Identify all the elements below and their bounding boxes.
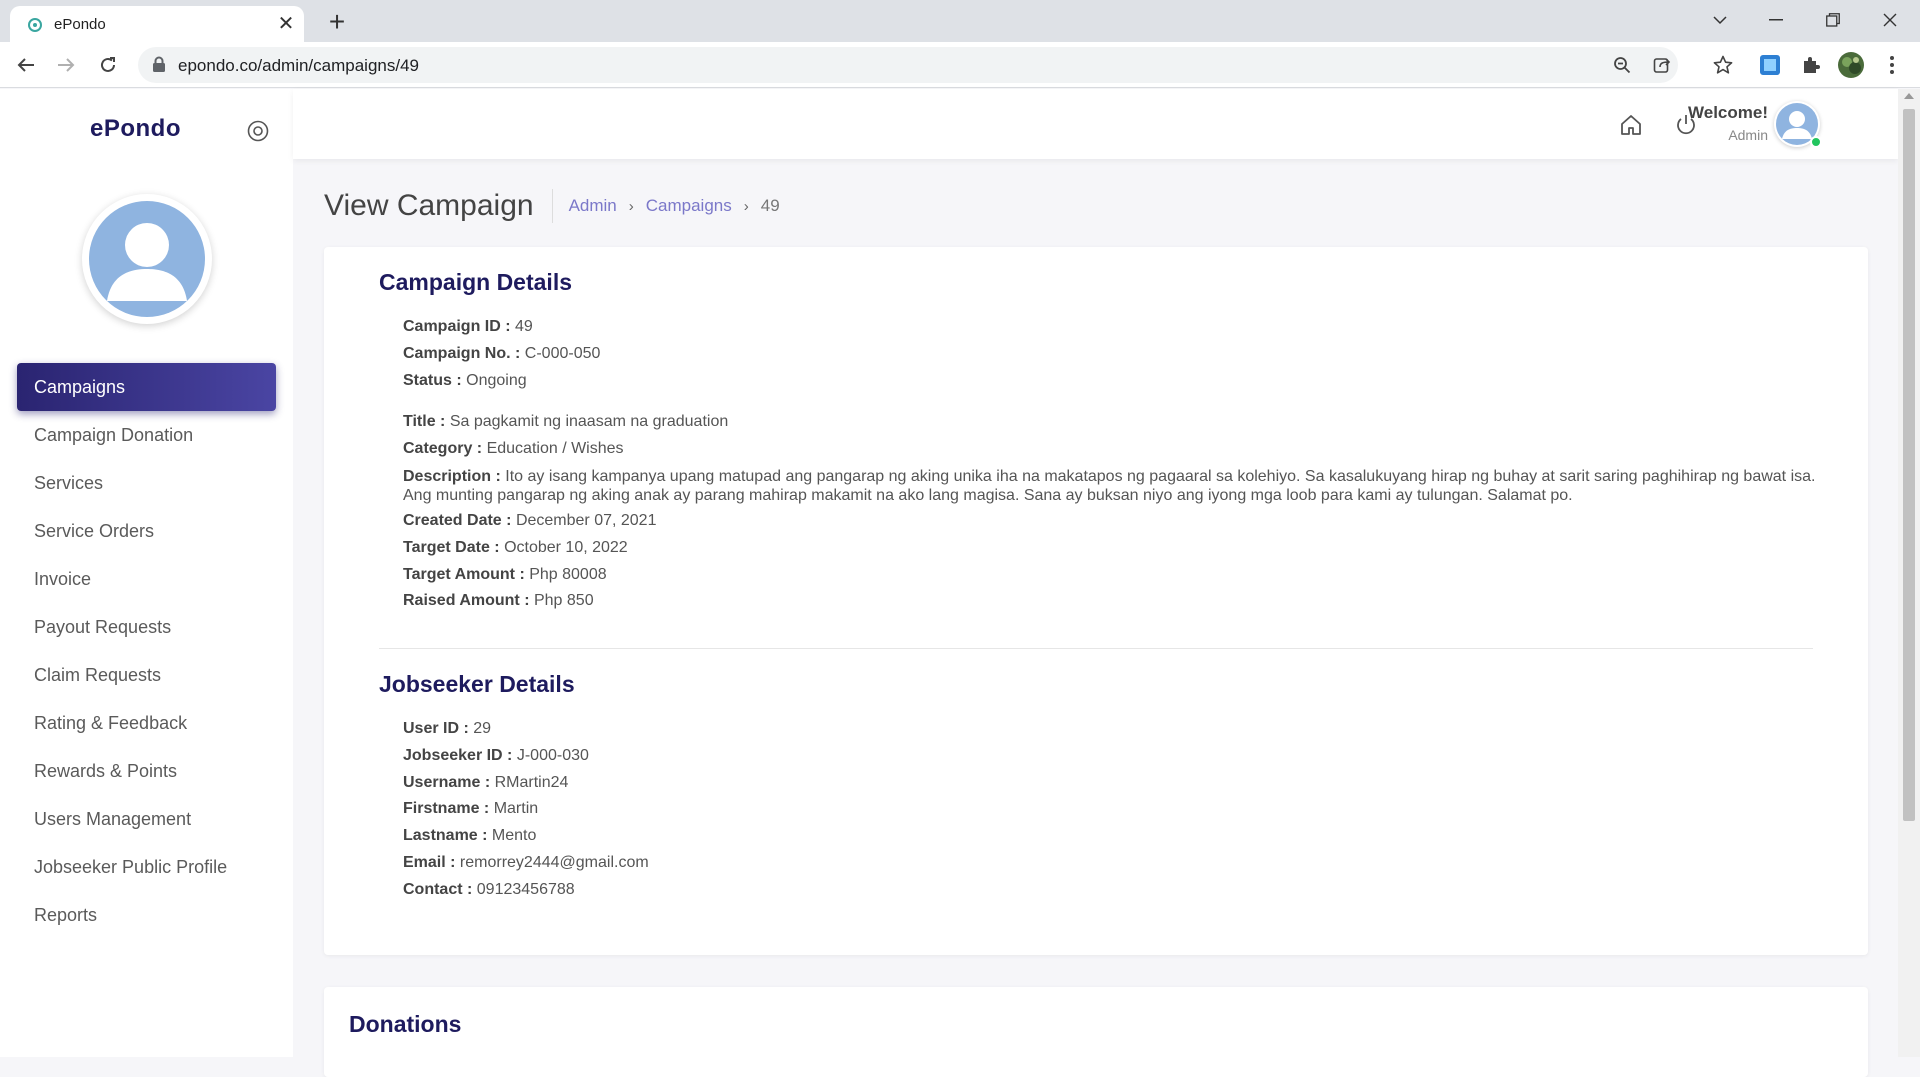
new-tab-icon[interactable]: + bbox=[322, 7, 352, 37]
sidebar-item-services[interactable]: Services bbox=[17, 459, 276, 507]
close-window-icon[interactable] bbox=[1862, 0, 1918, 40]
jobseeker-contact-row: Contact : 09123456788 bbox=[403, 880, 575, 898]
page-scrollbar[interactable] bbox=[1898, 89, 1920, 1057]
jobseeker-firstname-row: Firstname : Martin bbox=[403, 800, 539, 818]
welcome-block: Welcome! Admin bbox=[1688, 103, 1768, 143]
jobseeker-user-id-row: User ID : 29 bbox=[403, 720, 492, 737]
online-status-dot bbox=[1810, 136, 1822, 148]
share-icon[interactable] bbox=[1650, 53, 1674, 77]
campaign-status-row: Status : Ongoing bbox=[403, 371, 527, 389]
breadcrumb-current: 49 bbox=[760, 196, 780, 215]
scrollbar-thumb[interactable] bbox=[1903, 109, 1915, 821]
chevron-right-icon: › bbox=[743, 197, 749, 215]
campaign-description-row: Description : Ito ay isang kampanya upan… bbox=[403, 467, 1816, 504]
breadcrumb: Admin › Campaigns › 49 bbox=[553, 196, 780, 216]
extensions-puzzle-icon[interactable] bbox=[1797, 51, 1825, 79]
campaign-details-card: Campaign Details Campaign ID : 49 Campai… bbox=[324, 247, 1868, 955]
bookmark-star-icon[interactable] bbox=[1709, 51, 1737, 79]
jobseeker-id-row: Jobseeker ID : J-000-030 bbox=[403, 746, 589, 764]
home-icon[interactable] bbox=[1617, 111, 1645, 139]
sidebar-item-claim-requests[interactable]: Claim Requests bbox=[17, 651, 276, 699]
sidebar-menu: Campaigns Campaign Donation Services Ser… bbox=[17, 363, 276, 939]
sidebar-item-service-orders[interactable]: Service Orders bbox=[17, 507, 276, 555]
jobseeker-lastname-row: Lastname : Mento bbox=[403, 827, 537, 845]
sidebar-item-payout-requests[interactable]: Payout Requests bbox=[17, 603, 276, 651]
forward-arrow-icon[interactable] bbox=[50, 49, 82, 81]
donations-title: Donations bbox=[349, 1011, 462, 1037]
campaign-details-list: Campaign ID : 49 Campaign No. : C-000-05… bbox=[403, 314, 1823, 615]
page-title: View Campaign bbox=[324, 189, 553, 223]
lock-icon[interactable] bbox=[152, 56, 166, 73]
browser-menu-icon[interactable] bbox=[1878, 51, 1906, 79]
campaign-created-date-row: Created Date : December 07, 2021 bbox=[403, 511, 657, 529]
extension-fi-icon[interactable] bbox=[1756, 51, 1784, 79]
brand-logo[interactable]: ePondo bbox=[90, 115, 181, 143]
restore-window-icon[interactable] bbox=[1805, 0, 1861, 40]
user-placeholder-icon bbox=[89, 201, 205, 317]
breadcrumb-campaigns[interactable]: Campaigns bbox=[646, 196, 732, 216]
sidebar-avatar bbox=[82, 194, 212, 324]
browser-toolbar: epondo.co/admin/campaigns/49 bbox=[0, 42, 1920, 88]
sidebar: ePondo Campaigns Campaign Donation Servi… bbox=[0, 89, 293, 1057]
scroll-up-arrow-icon[interactable] bbox=[1904, 93, 1914, 99]
sidebar-item-campaign-donation[interactable]: Campaign Donation bbox=[17, 411, 276, 459]
epondo-favicon-icon bbox=[28, 18, 42, 32]
page-header: View Campaign Admin › Campaigns › 49 bbox=[324, 186, 780, 226]
top-navbar: Welcome! Admin bbox=[293, 89, 1898, 159]
profile-avatar-icon[interactable] bbox=[1837, 51, 1865, 79]
welcome-text: Welcome! bbox=[1688, 103, 1768, 122]
donations-card: Donations bbox=[324, 987, 1868, 1077]
breadcrumb-admin[interactable]: Admin bbox=[569, 196, 617, 216]
tab-search-chevron-icon[interactable] bbox=[1692, 0, 1748, 40]
user-role: Admin bbox=[1728, 127, 1768, 143]
browser-tab-strip: ePondo ✕ + bbox=[0, 0, 1920, 42]
sidebar-item-jobseeker-public-profile[interactable]: Jobseeker Public Profile bbox=[17, 843, 276, 891]
sidebar-item-invoice[interactable]: Invoice bbox=[17, 555, 276, 603]
url-text[interactable]: epondo.co/admin/campaigns/49 bbox=[178, 56, 419, 76]
reload-icon[interactable] bbox=[92, 49, 124, 81]
close-tab-icon[interactable]: ✕ bbox=[274, 12, 298, 36]
jobseeker-username-row: Username : RMartin24 bbox=[403, 773, 569, 791]
jobseeker-details-list: User ID : 29 Jobseeker ID : J-000-030 Us… bbox=[403, 716, 1823, 904]
browser-tab[interactable]: ePondo ✕ bbox=[10, 6, 304, 42]
jobseeker-email-row: Email : remorrey2444@gmail.com bbox=[403, 853, 649, 871]
sidebar-toggle-icon[interactable] bbox=[246, 119, 270, 143]
minimize-window-icon[interactable] bbox=[1748, 0, 1804, 40]
campaign-title-row: Title : Sa pagkamit ng inaasam na gradua… bbox=[403, 413, 729, 431]
campaign-details-title: Campaign Details bbox=[379, 269, 572, 295]
chevron-right-icon: › bbox=[628, 197, 634, 215]
sidebar-item-rating-feedback[interactable]: Rating & Feedback bbox=[17, 699, 276, 747]
campaign-target-amount-row: Target Amount : Php 80008 bbox=[403, 565, 607, 583]
campaign-target-date-row: Target Date : October 10, 2022 bbox=[403, 538, 628, 556]
address-bar[interactable]: epondo.co/admin/campaigns/49 bbox=[138, 47, 1678, 83]
section-divider bbox=[379, 648, 1813, 649]
jobseeker-details-title: Jobseeker Details bbox=[379, 671, 575, 697]
tab-title: ePondo bbox=[54, 16, 106, 33]
sidebar-item-users-management[interactable]: Users Management bbox=[17, 795, 276, 843]
sidebar-item-rewards-points[interactable]: Rewards & Points bbox=[17, 747, 276, 795]
campaign-id-row: Campaign ID : 49 bbox=[403, 318, 533, 335]
zoom-icon[interactable] bbox=[1610, 53, 1634, 77]
campaign-no-row: Campaign No. : C-000-050 bbox=[403, 344, 601, 362]
campaign-raised-amount-row: Raised Amount : Php 850 bbox=[403, 592, 594, 610]
sidebar-item-reports[interactable]: Reports bbox=[17, 891, 276, 939]
campaign-category-row: Category : Education / Wishes bbox=[403, 440, 624, 458]
back-arrow-icon[interactable] bbox=[10, 49, 42, 81]
sidebar-item-campaigns[interactable]: Campaigns bbox=[17, 363, 276, 411]
